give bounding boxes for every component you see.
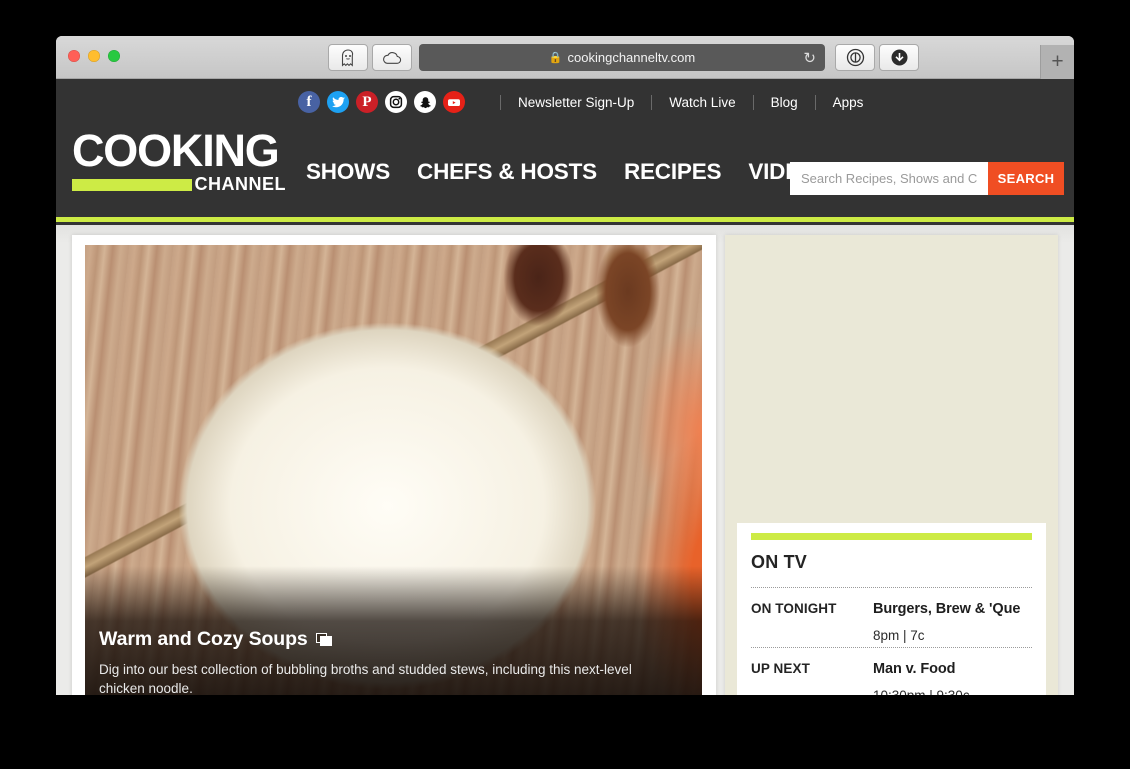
on-tv-title: ON TV xyxy=(751,552,808,572)
hero-title-text: Warm and Cozy Soups xyxy=(99,627,308,650)
nav-item-shows[interactable]: SHOWS xyxy=(306,159,390,185)
social-icon-list: f P xyxy=(298,91,465,113)
utility-link-apps[interactable]: Apps xyxy=(833,95,864,110)
minimize-window-button[interactable] xyxy=(88,50,100,62)
hero-title-row[interactable]: Warm and Cozy Soups xyxy=(99,628,684,651)
instagram-icon[interactable] xyxy=(385,91,407,113)
reload-icon[interactable]: ↻ xyxy=(803,49,816,67)
nav-item-chefs-and-hosts[interactable]: CHEFS & HOSTS xyxy=(417,159,597,185)
brand-row: COOKING CHANNEL SHOWS CHEFS & HOSTS RECI… xyxy=(56,117,1074,217)
on-tv-row-on-tonight[interactable]: ON TONIGHT Burgers, Brew & 'Que 8pm | 7c xyxy=(751,587,1032,647)
logo-accent-bar xyxy=(72,178,192,191)
on-tv-show-time: 8pm | 7c xyxy=(873,628,925,643)
on-tv-row-label: UP NEXT xyxy=(751,661,810,676)
utility-divider xyxy=(651,94,653,110)
utility-link-list: Newsletter Sign-Up Watch Live Blog Apps xyxy=(483,94,864,110)
utility-divider xyxy=(752,94,754,110)
on-tv-row-up-next[interactable]: UP NEXT Man v. Food 10:30pm | 9:30c xyxy=(751,647,1032,695)
logo-channel-text: CHANNEL xyxy=(194,174,286,194)
utility-divider xyxy=(500,94,501,110)
header-accent-rule xyxy=(56,217,1074,222)
on-tv-row-detail: Man v. Food 10:30pm | 9:30c xyxy=(873,661,970,695)
site-header: f P Newsletter Sign-Up Watch Live Blog A… xyxy=(56,79,1074,225)
on-tv-show-title[interactable]: Burgers, Brew & 'Que xyxy=(873,601,1020,617)
snapchat-icon[interactable] xyxy=(414,91,436,113)
logo-wordmark: COOKING xyxy=(72,124,280,176)
utility-link-newsletter[interactable]: Newsletter Sign-Up xyxy=(518,95,634,110)
search-form: SEARCH xyxy=(790,162,1064,195)
on-tv-show-time: 10:30pm | 9:30c xyxy=(873,688,970,695)
utility-bar: f P Newsletter Sign-Up Watch Live Blog A… xyxy=(56,79,1074,117)
utility-link-watch-live[interactable]: Watch Live xyxy=(669,95,735,110)
gallery-icon xyxy=(315,633,332,647)
main-navigation: SHOWS CHEFS & HOSTS RECIPES VIDEOS xyxy=(306,159,832,217)
pinterest-icon[interactable]: P xyxy=(356,91,378,113)
on-tv-row-detail: Burgers, Brew & 'Que 8pm | 7c xyxy=(873,601,1020,643)
on-tv-card: ON TV ON TONIGHT Burgers, Brew & 'Que 8p… xyxy=(737,523,1046,695)
search-button[interactable]: SEARCH xyxy=(988,162,1064,195)
utility-divider xyxy=(814,94,816,110)
hero-caption: Warm and Cozy Soups Dig into our best co… xyxy=(99,628,684,695)
utility-link-blog[interactable]: Blog xyxy=(771,95,798,110)
url-text: cookingchanneltv.com xyxy=(567,50,696,65)
new-tab-button[interactable]: + xyxy=(1040,45,1074,79)
on-tv-show-title[interactable]: Man v. Food xyxy=(873,661,970,677)
close-window-button[interactable] xyxy=(68,50,80,62)
download-icon[interactable] xyxy=(879,44,919,71)
browser-window: 🔒 cookingchanneltv.com ↻ + f P Newslette… xyxy=(56,36,1074,695)
ghost-icon[interactable] xyxy=(328,44,368,71)
page-body: Warm and Cozy Soups Dig into our best co… xyxy=(56,225,1074,695)
cooking-channel-logo[interactable]: COOKING CHANNEL xyxy=(72,124,286,217)
right-sidebar: ON TV ON TONIGHT Burgers, Brew & 'Que 8p… xyxy=(725,235,1058,695)
facebook-icon[interactable]: f xyxy=(298,91,320,113)
youtube-icon[interactable] xyxy=(443,91,465,113)
maximize-window-button[interactable] xyxy=(108,50,120,62)
on-tv-accent-bar xyxy=(751,533,1032,540)
reader-mode-icon[interactable] xyxy=(835,44,875,71)
nav-item-recipes[interactable]: RECIPES xyxy=(624,159,722,185)
browser-toolbar: 🔒 cookingchanneltv.com ↻ + xyxy=(56,36,1074,79)
address-bar[interactable]: 🔒 cookingchanneltv.com ↻ xyxy=(419,44,825,71)
logo-subrow: CHANNEL xyxy=(72,174,286,195)
lock-icon: 🔒 xyxy=(548,52,563,64)
window-traffic-lights xyxy=(68,50,120,62)
hero-description: Dig into our best collection of bubbling… xyxy=(99,661,632,695)
hero-feature[interactable]: Warm and Cozy Soups Dig into our best co… xyxy=(85,245,702,695)
main-content-card: Warm and Cozy Soups Dig into our best co… xyxy=(72,235,716,695)
twitter-icon[interactable] xyxy=(327,91,349,113)
on-tv-row-label: ON TONIGHT xyxy=(751,601,837,616)
cloud-icon[interactable] xyxy=(372,44,412,71)
search-input[interactable] xyxy=(790,162,988,195)
